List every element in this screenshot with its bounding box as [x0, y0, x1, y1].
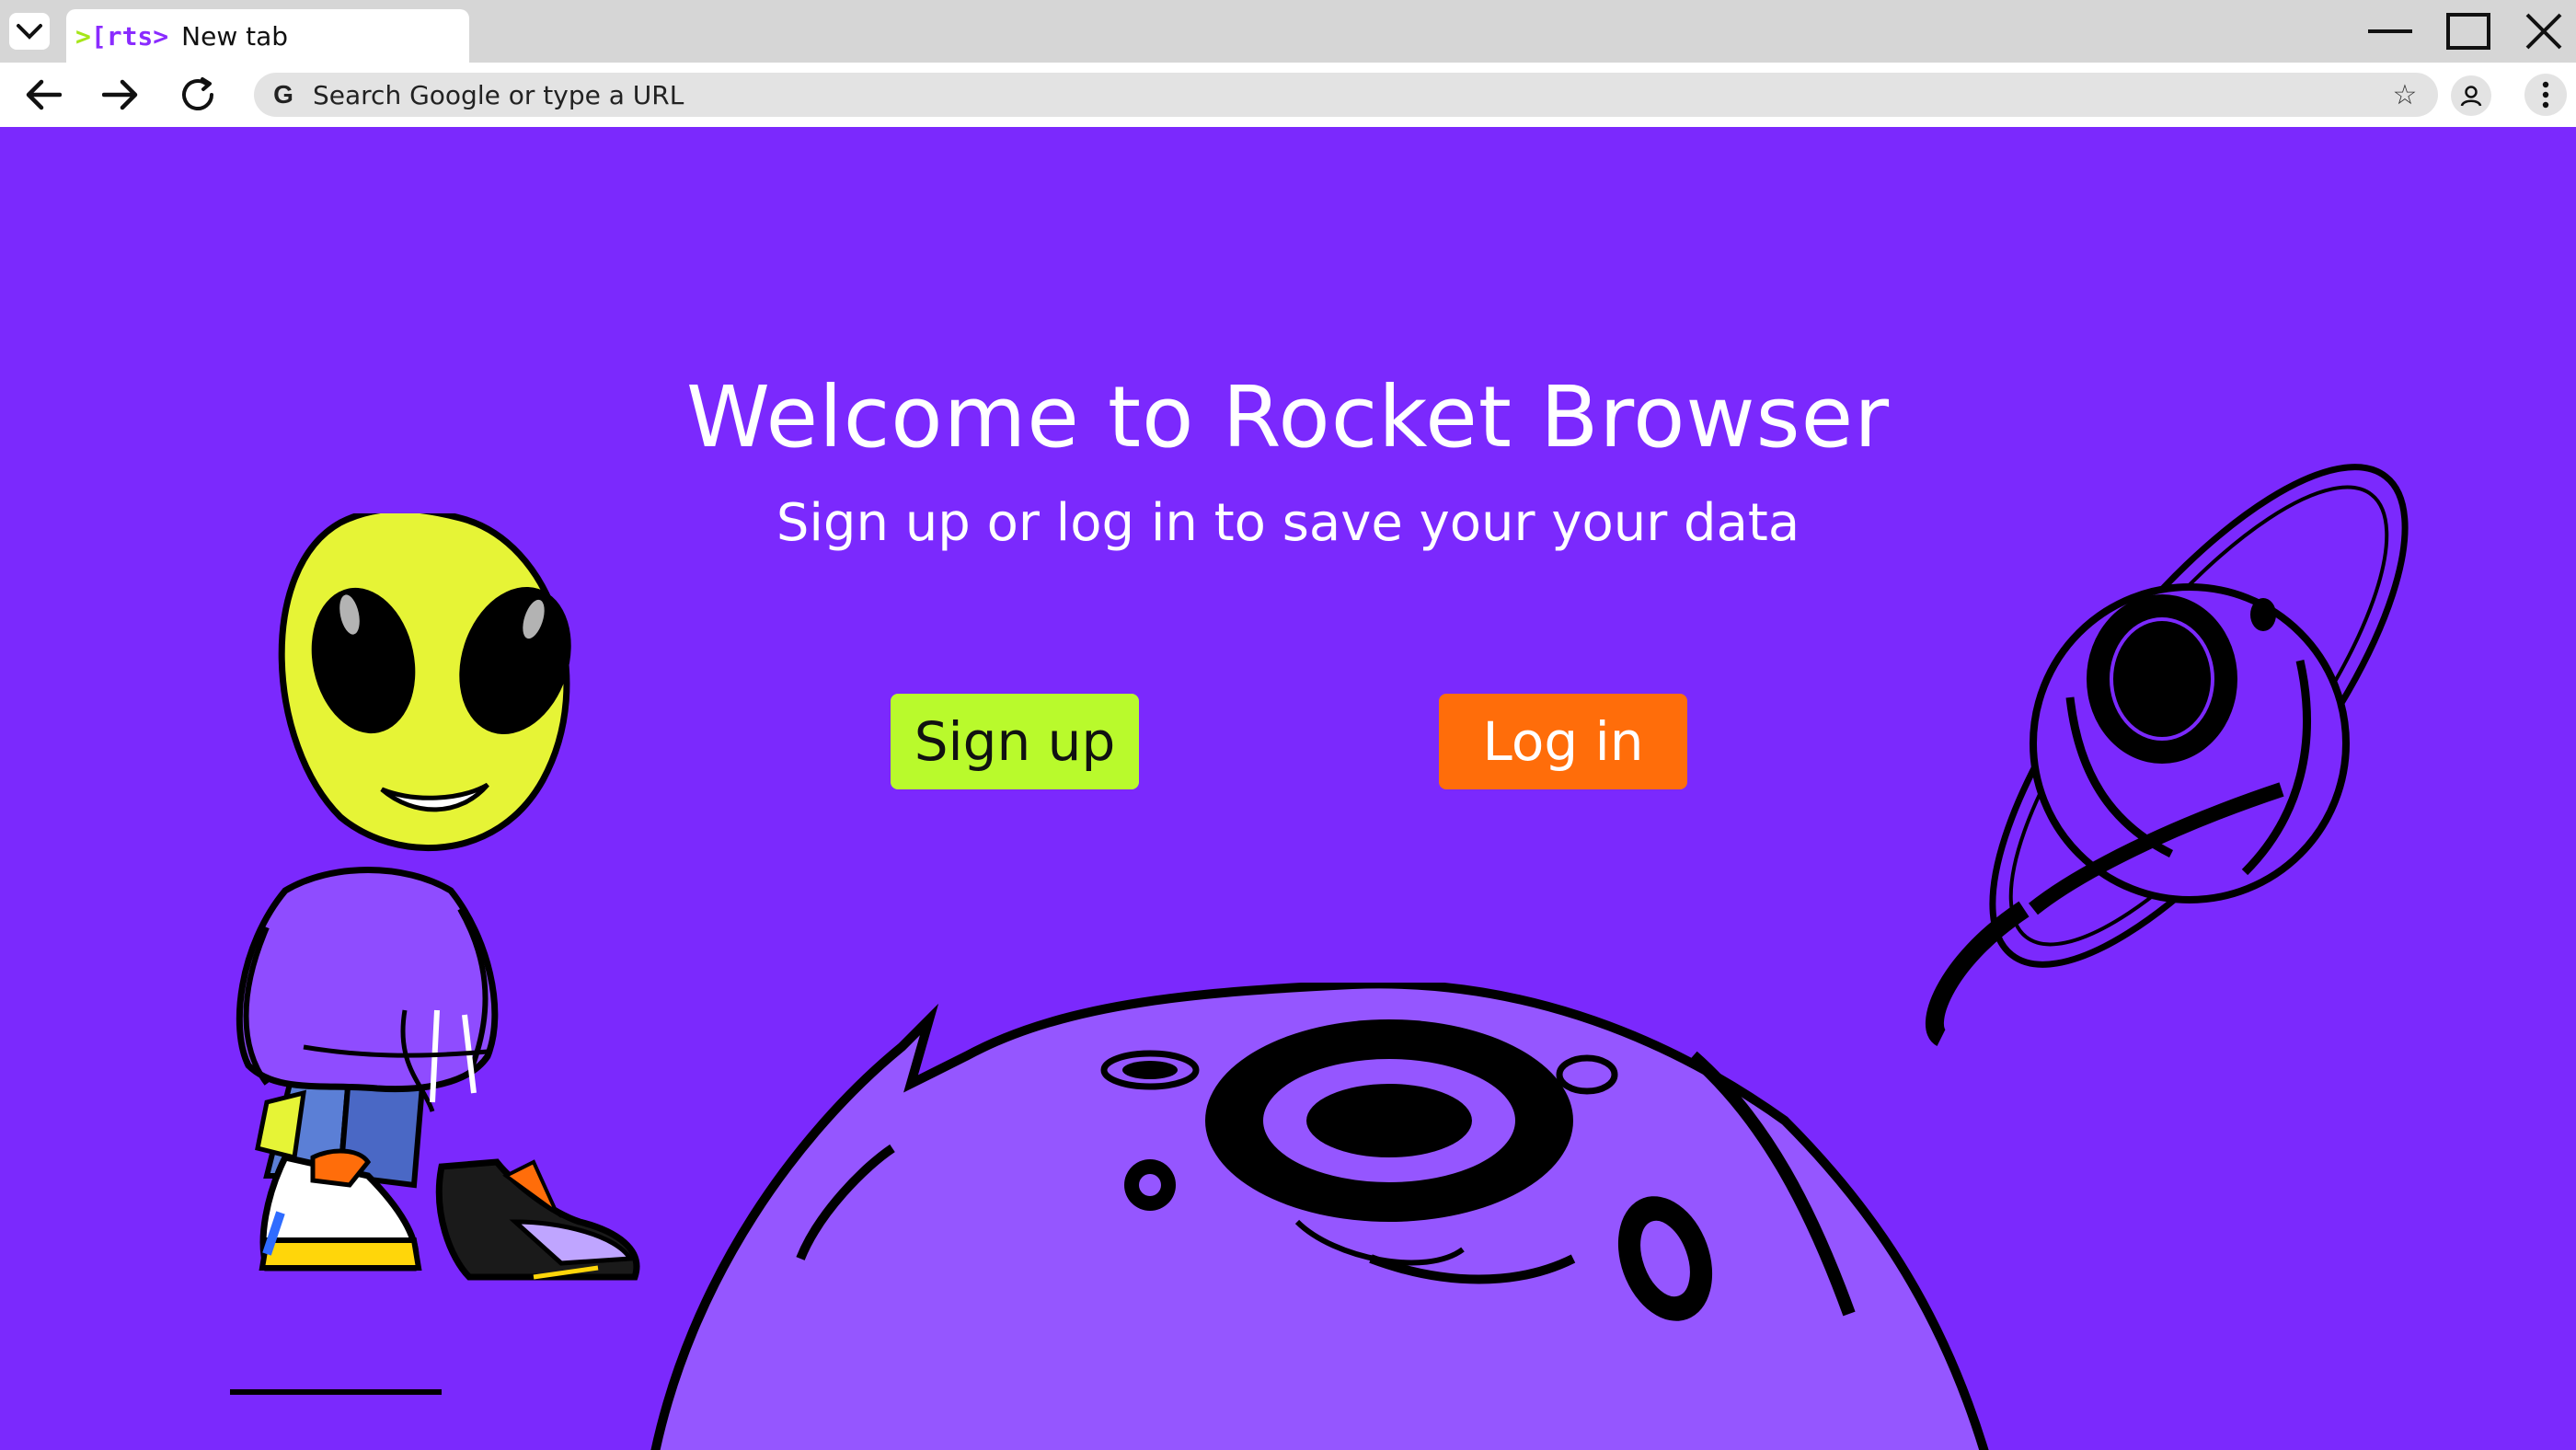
tab-strip: >[rts> New tab: [0, 0, 2576, 63]
reload-button[interactable]: [175, 72, 221, 118]
minimize-icon: [2366, 27, 2414, 36]
back-button[interactable]: [20, 72, 66, 118]
reload-icon: [178, 75, 217, 114]
browser-toolbar: G ☆: [0, 63, 2576, 127]
tab-title: New tab: [181, 20, 289, 52]
maximize-button[interactable]: [2436, 6, 2501, 57]
kebab-menu-icon: [2541, 81, 2550, 109]
address-bar[interactable]: G ☆: [254, 73, 2438, 117]
maximize-icon: [2446, 13, 2490, 50]
tab-search-button[interactable]: [9, 13, 50, 50]
google-g-icon: G: [273, 80, 293, 109]
profile-button[interactable]: [2451, 75, 2491, 116]
alien-illustration: [230, 513, 640, 1395]
close-window-button[interactable]: [2512, 6, 2576, 57]
forward-arrow-icon: [102, 78, 139, 111]
sign-up-button[interactable]: Sign up: [891, 694, 1139, 789]
new-tab-page: Welcome to Rocket Browser Sign up or log…: [0, 127, 2576, 1450]
star-icon[interactable]: ☆: [2388, 78, 2421, 111]
profile-icon: [2458, 83, 2484, 109]
minimize-button[interactable]: [2358, 6, 2422, 57]
tab-new-tab[interactable]: >[rts> New tab: [66, 9, 469, 63]
log-in-button[interactable]: Log in: [1439, 694, 1687, 789]
close-icon: [2524, 12, 2563, 51]
back-arrow-icon: [25, 78, 62, 111]
welcome-subheading: Sign up or log in to save your your data: [776, 493, 1800, 553]
chevron-down-icon: [16, 22, 43, 40]
browser-menu-button[interactable]: [2524, 74, 2567, 116]
address-input[interactable]: [311, 78, 2293, 111]
moon-illustration: [650, 983, 1989, 1450]
rts-logo: >[rts>: [75, 20, 169, 52]
forward-button[interactable]: [98, 72, 144, 118]
welcome-heading: Welcome to Rocket Browser: [685, 368, 1891, 466]
